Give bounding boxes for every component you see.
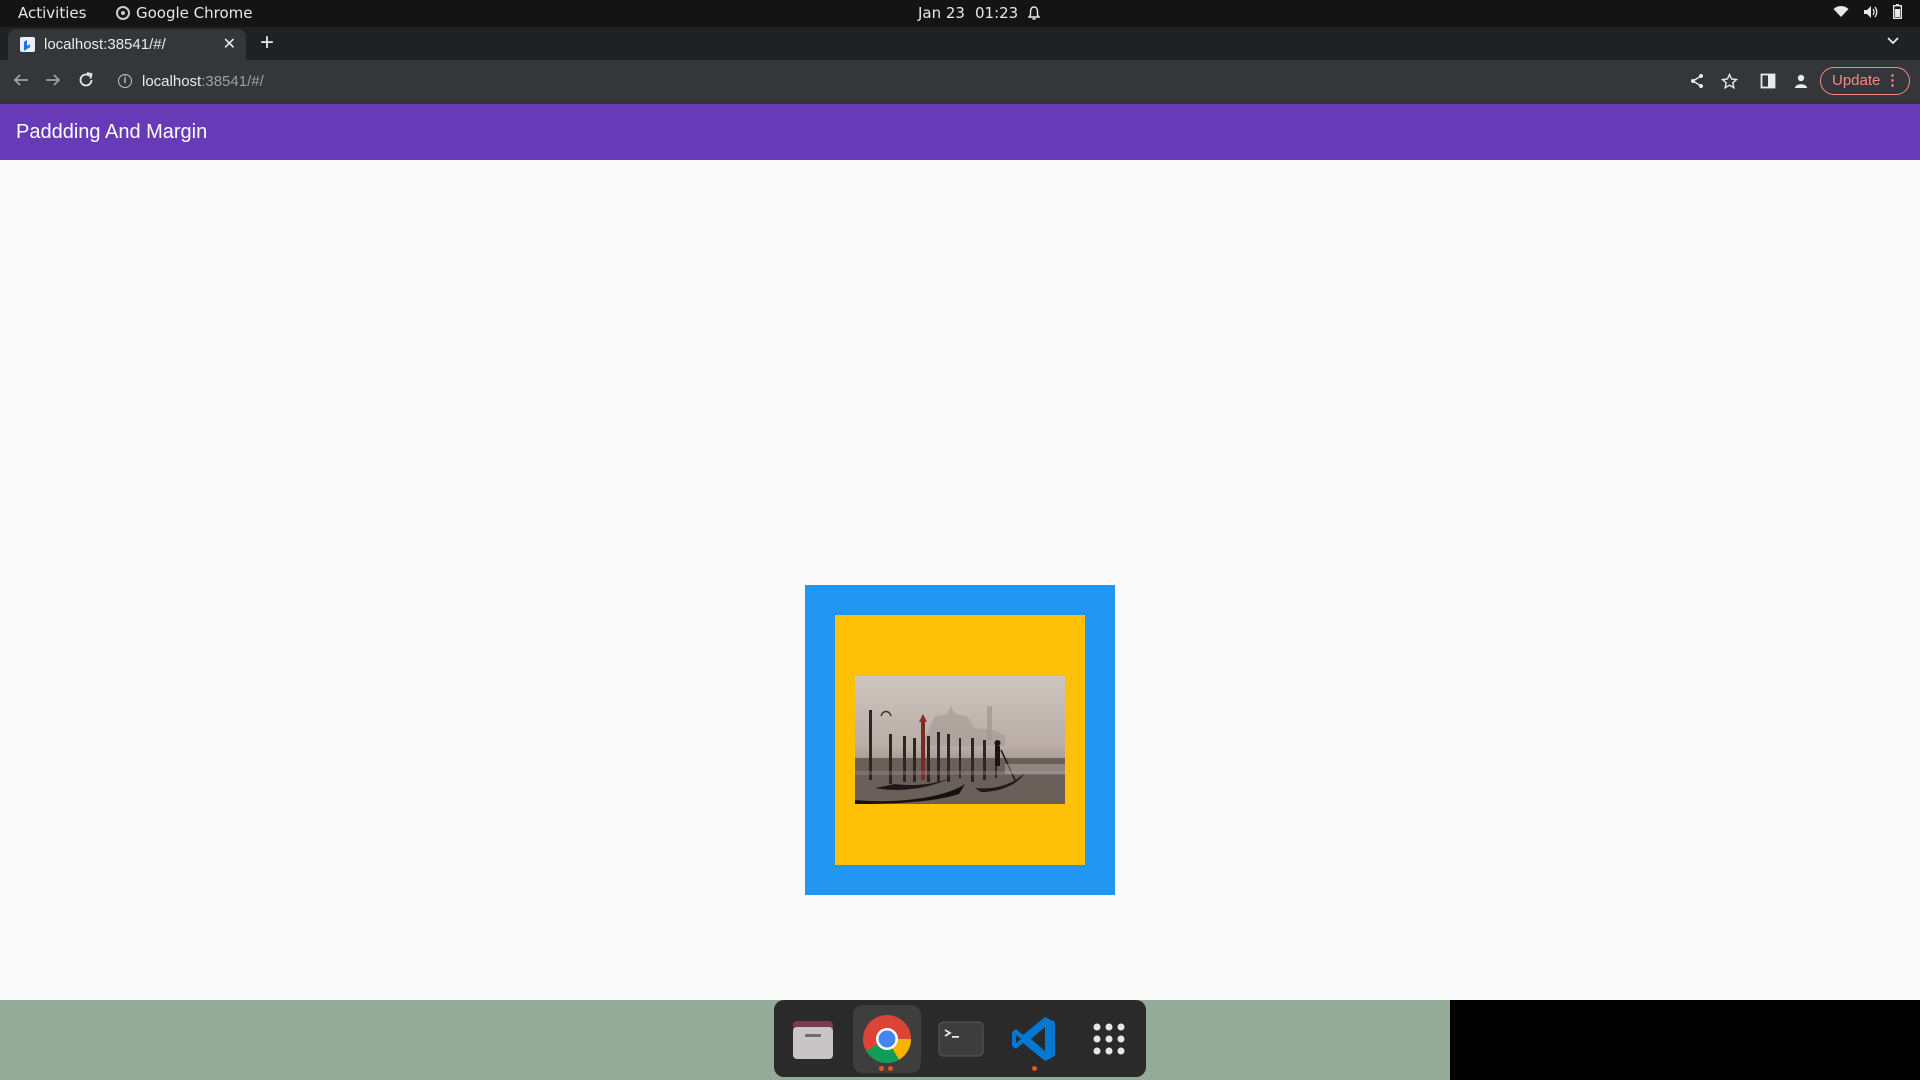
outer-margin-container [805,585,1115,895]
app-name-label: Google Chrome [136,4,253,22]
clock[interactable]: Jan 23 01:23 [918,4,1041,22]
more-options-icon: ⋮ [1885,72,1900,89]
side-panel-icon[interactable] [1760,73,1776,89]
chrome-icon [863,1015,912,1064]
tab-title: localhost:38541/#/ [44,36,166,53]
activities-button[interactable]: Activities [18,4,86,22]
battery-icon [1893,4,1902,19]
running-indicator [1032,1066,1037,1071]
update-label: Update [1832,72,1881,89]
app-body [0,160,1920,1000]
url-text[interactable]: localhost:38541/#/ [142,73,264,90]
time-label: 01:23 [974,4,1019,22]
running-indicator [879,1066,884,1071]
tab-strip: localhost:38541/#/ ✕ + [0,27,1920,60]
vscode-icon [1012,1017,1055,1061]
show-apps-dock-item[interactable] [1075,1005,1143,1073]
terminal-icon [938,1021,984,1057]
bell-icon [1028,6,1041,20]
flutter-favicon-icon [20,37,35,52]
desktop-background-dark [1450,1000,1920,1080]
address-bar[interactable]: i localhost:38541/#/ [108,66,1668,98]
profile-avatar-icon[interactable] [1793,73,1809,89]
browser-tab[interactable]: localhost:38541/#/ ✕ [8,29,246,60]
app-menu[interactable]: Google Chrome [116,4,253,22]
running-indicator [888,1066,893,1071]
back-arrow-icon[interactable] [12,71,30,89]
inner-padding-container [835,615,1085,865]
volume-icon [1864,5,1878,18]
chrome-dock-item[interactable] [853,1005,921,1073]
venice-gondolas-image [855,676,1065,804]
files-dock-item[interactable] [779,1005,847,1073]
app-bar: Paddding And Margin [0,104,1920,160]
date-label: Jan 23 [918,4,965,22]
vscode-dock-item[interactable] [1001,1005,1069,1073]
system-top-bar: Activities Google Chrome Jan 23 01:23 [0,0,1920,27]
page-title: Paddding And Margin [16,121,208,143]
reload-icon[interactable] [77,71,95,89]
forward-arrow-icon[interactable] [44,71,62,89]
browser-toolbar: i localhost:38541/#/ Update ⋮ [0,60,1920,104]
share-icon[interactable] [1689,73,1705,89]
wifi-icon [1833,6,1849,17]
bookmark-star-icon[interactable] [1721,73,1738,90]
update-button[interactable]: Update ⋮ [1820,67,1910,95]
site-info-icon[interactable]: i [118,74,132,88]
terminal-dock-item[interactable] [927,1005,995,1073]
dock [774,1000,1146,1077]
close-tab-icon[interactable]: ✕ [223,34,236,54]
tab-search-chevron-icon[interactable] [1886,33,1900,47]
app-grid-icon [1093,1023,1125,1055]
chrome-icon [116,6,130,20]
files-icon [793,1021,833,1059]
system-tray[interactable] [1833,4,1902,19]
new-tab-button[interactable]: + [260,29,274,57]
